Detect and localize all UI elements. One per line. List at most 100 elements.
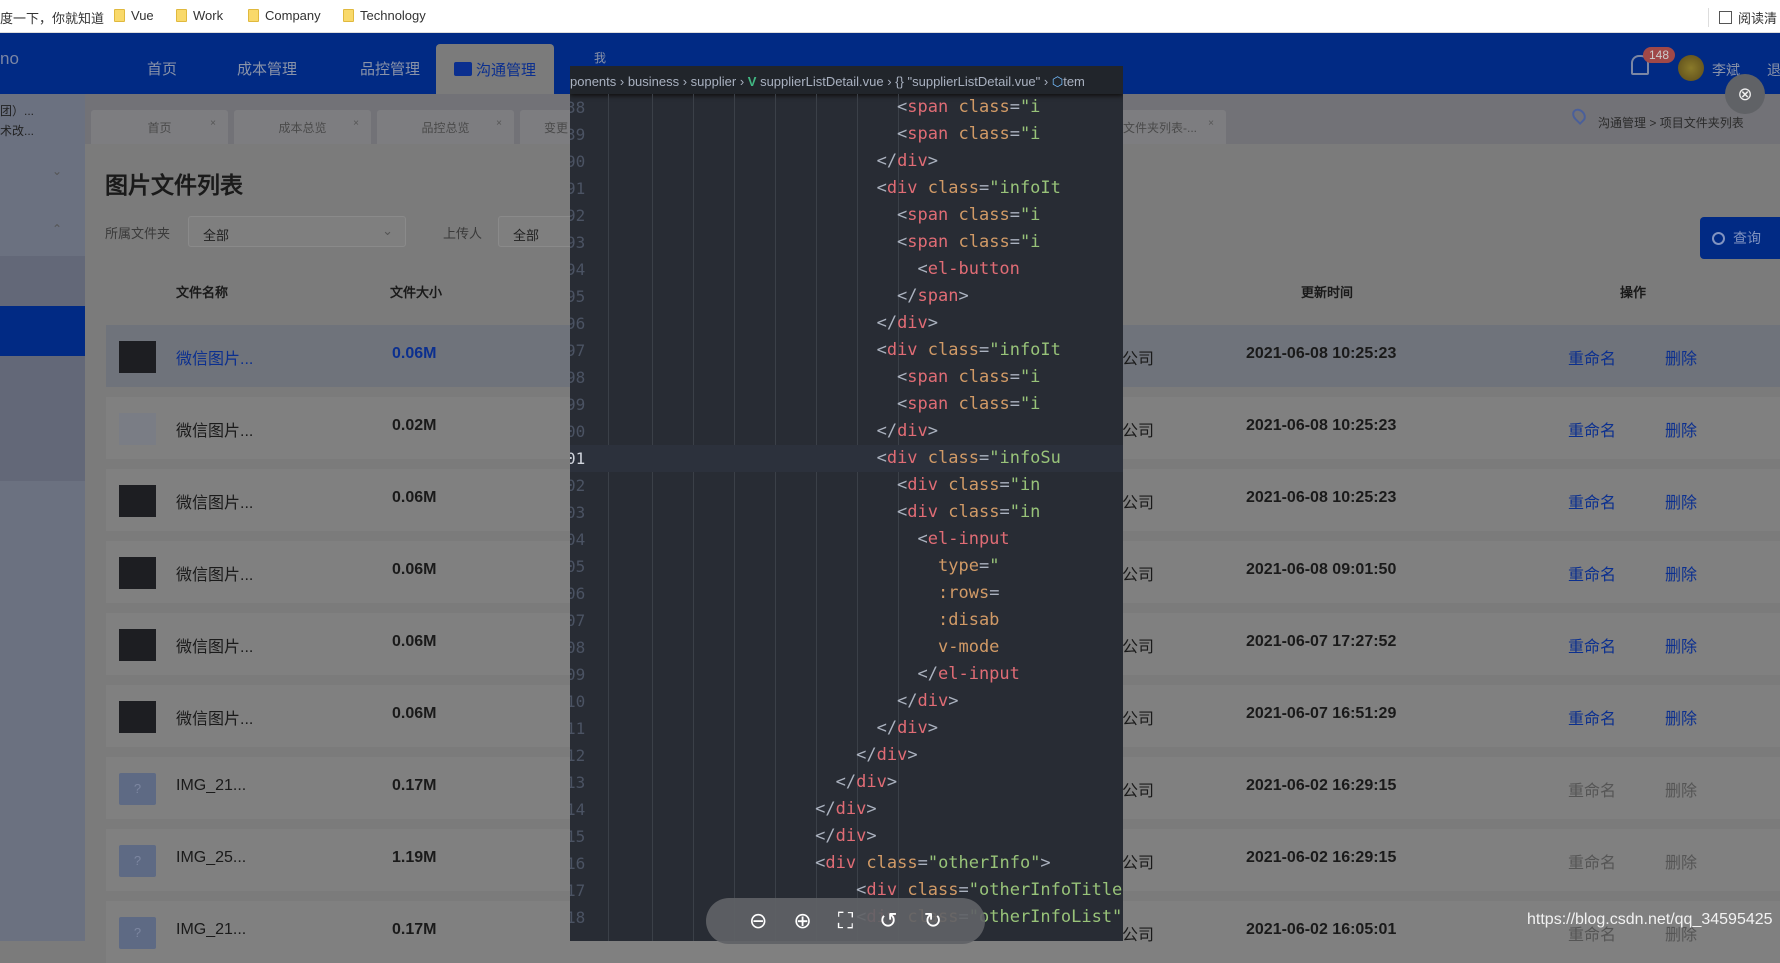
- bookmark-folder-technology[interactable]: Technology: [343, 8, 426, 23]
- file-name[interactable]: 微信图片...: [176, 417, 253, 441]
- rename-button[interactable]: 重命名: [1568, 417, 1616, 441]
- folder-select[interactable]: 全部 ⌄: [188, 216, 406, 247]
- reading-list-button[interactable]: 阅读清: [1708, 8, 1777, 27]
- breadcrumb: 沟通管理 > 项目文件夹列表: [1598, 114, 1744, 131]
- rename-button[interactable]: 重命名: [1568, 345, 1616, 369]
- delete-button[interactable]: 删除: [1665, 705, 1697, 729]
- delete-button[interactable]: 删除: [1665, 417, 1697, 441]
- code-line: :disab: [938, 610, 1000, 630]
- file-name[interactable]: 微信图片...: [176, 489, 253, 513]
- company: 公司: [1122, 567, 1155, 584]
- close-icon[interactable]: ×: [1208, 118, 1214, 129]
- thumbnail[interactable]: [119, 629, 156, 661]
- col-header-ops: 操作: [1620, 285, 1647, 300]
- rename-button[interactable]: 重命名: [1568, 849, 1616, 873]
- close-icon: ⊗: [1737, 83, 1753, 104]
- code-line: </el-input: [917, 664, 1020, 684]
- bookmark-label: 度一下，你就知道: [0, 11, 105, 26]
- nav-hidden[interactable]: 我: [594, 49, 606, 66]
- delete-button[interactable]: 删除: [1665, 633, 1697, 657]
- thumbnail[interactable]: [119, 485, 156, 517]
- search-icon: [1712, 231, 1725, 245]
- file-name[interactable]: 微信图片...: [176, 561, 253, 585]
- close-icon[interactable]: ×: [496, 118, 502, 129]
- col-header-size: 文件大小: [390, 285, 443, 300]
- bookmark-label: Work: [193, 8, 224, 23]
- delete-button[interactable]: 删除: [1665, 777, 1697, 801]
- update-time: 2021-06-02 16:29:15: [1246, 849, 1397, 866]
- path-breadcrumb: ponents › business › supplier ›: [570, 74, 748, 89]
- template-breadcrumb: tem: [1063, 74, 1085, 89]
- file-name[interactable]: IMG_21...: [176, 777, 246, 795]
- delete-button[interactable]: 删除: [1665, 345, 1697, 369]
- fit-screen-icon[interactable]: ⛶: [838, 908, 853, 934]
- chevron-down-icon[interactable]: ⌄: [52, 164, 62, 178]
- rename-button[interactable]: 重命名: [1568, 561, 1616, 585]
- thumbnail[interactable]: [119, 701, 156, 733]
- sidebar-project-line[interactable]: 团）...: [0, 102, 34, 119]
- rename-button[interactable]: 重命名: [1568, 633, 1616, 657]
- file-size: 0.06M: [392, 489, 437, 506]
- file-size: 0.17M: [392, 921, 437, 938]
- delete-button[interactable]: 删除: [1665, 849, 1697, 873]
- sidebar-submenu: [0, 256, 85, 481]
- company: 公司: [1122, 423, 1155, 440]
- sidebar-project-line[interactable]: 术改...: [0, 122, 34, 139]
- nav-label: 沟通管理: [475, 61, 536, 79]
- zoom-in-icon[interactable]: ⊕: [793, 908, 811, 934]
- uploader-select[interactable]: 全部: [498, 216, 578, 247]
- code-line: <span class="i: [897, 367, 1041, 387]
- close-icon[interactable]: ×: [210, 118, 216, 129]
- editor-breadcrumb: ponents › business › supplier › V suppli…: [570, 66, 1123, 94]
- rotate-left-icon[interactable]: ↺: [879, 908, 897, 934]
- file-name[interactable]: 微信图片...: [176, 705, 253, 729]
- update-time: 2021-06-07 16:51:29: [1246, 705, 1397, 722]
- rename-button[interactable]: 重命名: [1568, 777, 1616, 801]
- logout-link[interactable]: 退: [1767, 60, 1780, 80]
- delete-button[interactable]: 删除: [1665, 489, 1697, 513]
- nav-communication[interactable]: 沟通管理: [436, 44, 554, 94]
- bookmark-folder-company[interactable]: Company: [248, 8, 321, 23]
- code-line: v-mode: [938, 637, 1000, 657]
- cube-icon: ⬡: [1051, 74, 1064, 89]
- breadcrumb-parent[interactable]: 沟通管理: [1598, 116, 1646, 130]
- thumbnail[interactable]: [119, 557, 156, 589]
- file-size: 0.06M: [392, 345, 437, 362]
- chevron-up-icon[interactable]: ⌃: [52, 222, 62, 236]
- bookmark-folder-vue[interactable]: Vue: [114, 8, 154, 23]
- thumbnail[interactable]: [119, 413, 156, 445]
- close-viewer-button[interactable]: ⊗: [1725, 74, 1765, 114]
- page-tab-cost[interactable]: 成本总览 ×: [234, 110, 371, 144]
- nav-home[interactable]: 首页: [147, 58, 177, 79]
- delete-button[interactable]: 删除: [1665, 561, 1697, 585]
- rename-button[interactable]: 重命名: [1568, 705, 1616, 729]
- bookmark-folder-work[interactable]: Work: [176, 8, 223, 23]
- uploader-filter-label: 上传人: [443, 226, 483, 241]
- code-line: <div class="infoSu: [876, 448, 1061, 468]
- nav-quality[interactable]: 品控管理: [360, 58, 420, 79]
- notification-badge: 148: [1643, 47, 1676, 63]
- col-header-name: 文件名称: [176, 285, 229, 300]
- sidebar-item-active[interactable]: [0, 306, 85, 356]
- bookmark-baidu[interactable]: 度一下，你就知道: [0, 8, 104, 27]
- update-time: 2021-06-02 16:29:15: [1246, 777, 1397, 794]
- update-time: 2021-06-07 17:27:52: [1246, 633, 1397, 650]
- rename-button[interactable]: 重命名: [1568, 489, 1616, 513]
- breadcrumb-current: 项目文件夹列表: [1659, 116, 1744, 130]
- page-tab-quality[interactable]: 品控总览 ×: [377, 110, 514, 144]
- query-button[interactable]: 查询: [1700, 217, 1780, 259]
- file-name[interactable]: 微信图片...: [176, 345, 253, 369]
- close-icon[interactable]: ×: [353, 118, 359, 129]
- rotate-right-icon[interactable]: ↻: [924, 908, 942, 934]
- thumbnail[interactable]: [119, 341, 156, 373]
- company: 公司: [1122, 495, 1155, 512]
- file-name[interactable]: IMG_25...: [176, 849, 246, 867]
- company: 公司: [1122, 639, 1155, 656]
- nav-cost[interactable]: 成本管理: [237, 58, 297, 79]
- zoom-out-icon[interactable]: ⊖: [749, 908, 767, 934]
- avatar[interactable]: [1678, 55, 1704, 81]
- page-tab-home[interactable]: 首页 ×: [91, 110, 228, 144]
- code-line: </div>: [876, 718, 939, 738]
- file-name[interactable]: IMG_21...: [176, 921, 246, 939]
- file-name[interactable]: 微信图片...: [176, 633, 253, 657]
